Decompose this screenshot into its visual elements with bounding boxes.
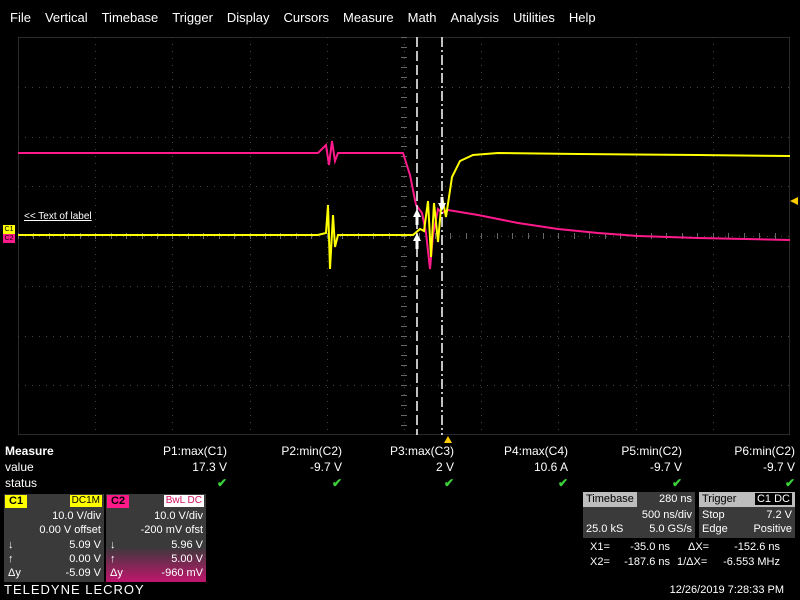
param-p6-value: -9.7 V (762, 460, 795, 474)
ch1-offset: 0.00 V offset (39, 524, 101, 536)
ch1-vdiv: 10.0 V/div (52, 510, 101, 522)
ch2-coupling: BwL DC (163, 495, 204, 507)
param-p6-name[interactable]: P6:min(C2) (683, 444, 795, 458)
delta-y-label: Δy (8, 567, 21, 579)
cursor-up-icon: ↑ (8, 553, 14, 565)
delta-y-label: Δy (110, 567, 123, 579)
cursor-up-icon: ↑ (110, 553, 116, 565)
check-icon: ✔ (557, 476, 568, 490)
param-p3-name[interactable]: P3:max(C3) (342, 444, 454, 458)
cursor-down-icon: ↓ (110, 539, 116, 551)
graticule-label[interactable]: << Text of label (24, 211, 92, 222)
measure-title: Measure (5, 444, 54, 458)
ch2-vdiv: 10.0 V/div (154, 510, 203, 522)
cursor-x2-label: X2= (590, 556, 610, 568)
trigger-type: Edge (702, 523, 728, 535)
measure-table: Measure P1:max(C1) P2:min(C2) P3:max(C3)… (0, 444, 800, 492)
param-p2-name[interactable]: P2:min(C2) (230, 444, 342, 458)
ch1-descriptor[interactable]: C1 DC1M 10.0 V/div 0.00 V offset ↓ 5.09 … (4, 494, 104, 582)
param-p3-value: 2 V (435, 460, 454, 474)
timebase-label: Timebase (583, 492, 637, 507)
check-icon: ✔ (443, 476, 454, 490)
timebase-rate: 5.0 GS/s (649, 523, 692, 535)
menu-bar: File Vertical Timebase Trigger Display C… (0, 0, 800, 35)
trigger-descriptor[interactable]: Trigger C1 DC Stop 7.2 V Edge Positive (699, 492, 795, 538)
cursor-inv-dx-value: -6.553 MHz (723, 556, 780, 568)
menu-help[interactable]: Help (569, 10, 596, 25)
cursor-inv-dx-label: 1/ΔX= (677, 556, 708, 568)
cursor-x2-value: -187.6 ns (624, 556, 670, 568)
check-icon: ✔ (216, 476, 227, 490)
param-p5-name[interactable]: P5:min(C2) (570, 444, 682, 458)
trigger-level: 7.2 V (766, 509, 792, 521)
param-p5-value: -9.7 V (649, 460, 682, 474)
ch2-cursor-down: 5.96 V (171, 539, 203, 551)
ch1-badge: C1 (5, 495, 28, 508)
check-icon: ✔ (671, 476, 682, 490)
trigger-source: C1 DC (754, 493, 792, 505)
check-icon: ✔ (784, 476, 795, 490)
ch2-descriptor[interactable]: C2 BwL DC 10.0 V/div -200 mV ofst ↓ 5.96… (106, 494, 206, 582)
check-icon: ✔ (331, 476, 342, 490)
trigger-mode: Stop (702, 509, 725, 521)
ch1-coupling: DC1M (69, 495, 102, 507)
trigger-slope: Positive (753, 523, 792, 535)
measure-value-label: value (5, 460, 34, 474)
menu-utilities[interactable]: Utilities (513, 10, 555, 25)
timebase-samples: 25.0 kS (586, 523, 624, 535)
cursor-x1-label: X1= (590, 541, 610, 553)
ch2-ground-marker[interactable]: C2 (3, 234, 15, 243)
menu-trigger[interactable]: Trigger (172, 10, 213, 25)
menu-display[interactable]: Display (227, 10, 270, 25)
param-p1-value: 17.3 V (192, 460, 227, 474)
cursor-dx-value: -152.6 ns (734, 541, 780, 553)
menu-vertical[interactable]: Vertical (45, 10, 88, 25)
param-p4-value: 10.6 A (533, 460, 568, 474)
cursor-dx-label: ΔX= (688, 541, 710, 553)
param-p1-name[interactable]: P1:max(C1) (115, 444, 227, 458)
ch2-badge: C2 (107, 495, 130, 508)
menu-file[interactable]: File (10, 10, 31, 25)
ch2-offset: -200 mV ofst (140, 524, 203, 536)
trigger-time-marker-icon[interactable] (444, 436, 452, 443)
param-p2-value: -9.7 V (309, 460, 342, 474)
cursor-x1-value: -35.0 ns (630, 541, 670, 553)
waveform-grid[interactable]: << Text of label (18, 37, 790, 435)
ch1-cursor-up: 0.00 V (69, 553, 101, 565)
brand-logo: TELEDYNE LECROY (4, 582, 145, 597)
timebase-tdiv: 500 ns/div (641, 509, 692, 521)
ch1-cursor-down: 5.09 V (69, 539, 101, 551)
timebase-delay: 280 ns (658, 493, 692, 505)
param-p4-name[interactable]: P4:max(C4) (456, 444, 568, 458)
menu-analysis[interactable]: Analysis (451, 10, 499, 25)
ch1-ground-marker[interactable]: C1 (3, 225, 15, 234)
trigger-level-marker-icon[interactable] (790, 197, 798, 205)
ch2-cursor-up: 5.00 V (171, 553, 203, 565)
menu-math[interactable]: Math (408, 10, 437, 25)
measure-status-label: status (5, 476, 38, 490)
cursor-down-icon: ↓ (8, 539, 14, 551)
datetime: 12/26/2019 7:28:33 PM (669, 584, 784, 596)
ch1-delta-y: -5.09 V (65, 567, 101, 579)
menu-timebase[interactable]: Timebase (102, 10, 159, 25)
menu-measure[interactable]: Measure (343, 10, 394, 25)
timebase-descriptor[interactable]: Timebase 280 ns 500 ns/div 25.0 kS 5.0 G… (583, 492, 695, 538)
ch2-delta-y: -960 mV (161, 567, 203, 579)
menu-cursors[interactable]: Cursors (284, 10, 330, 25)
